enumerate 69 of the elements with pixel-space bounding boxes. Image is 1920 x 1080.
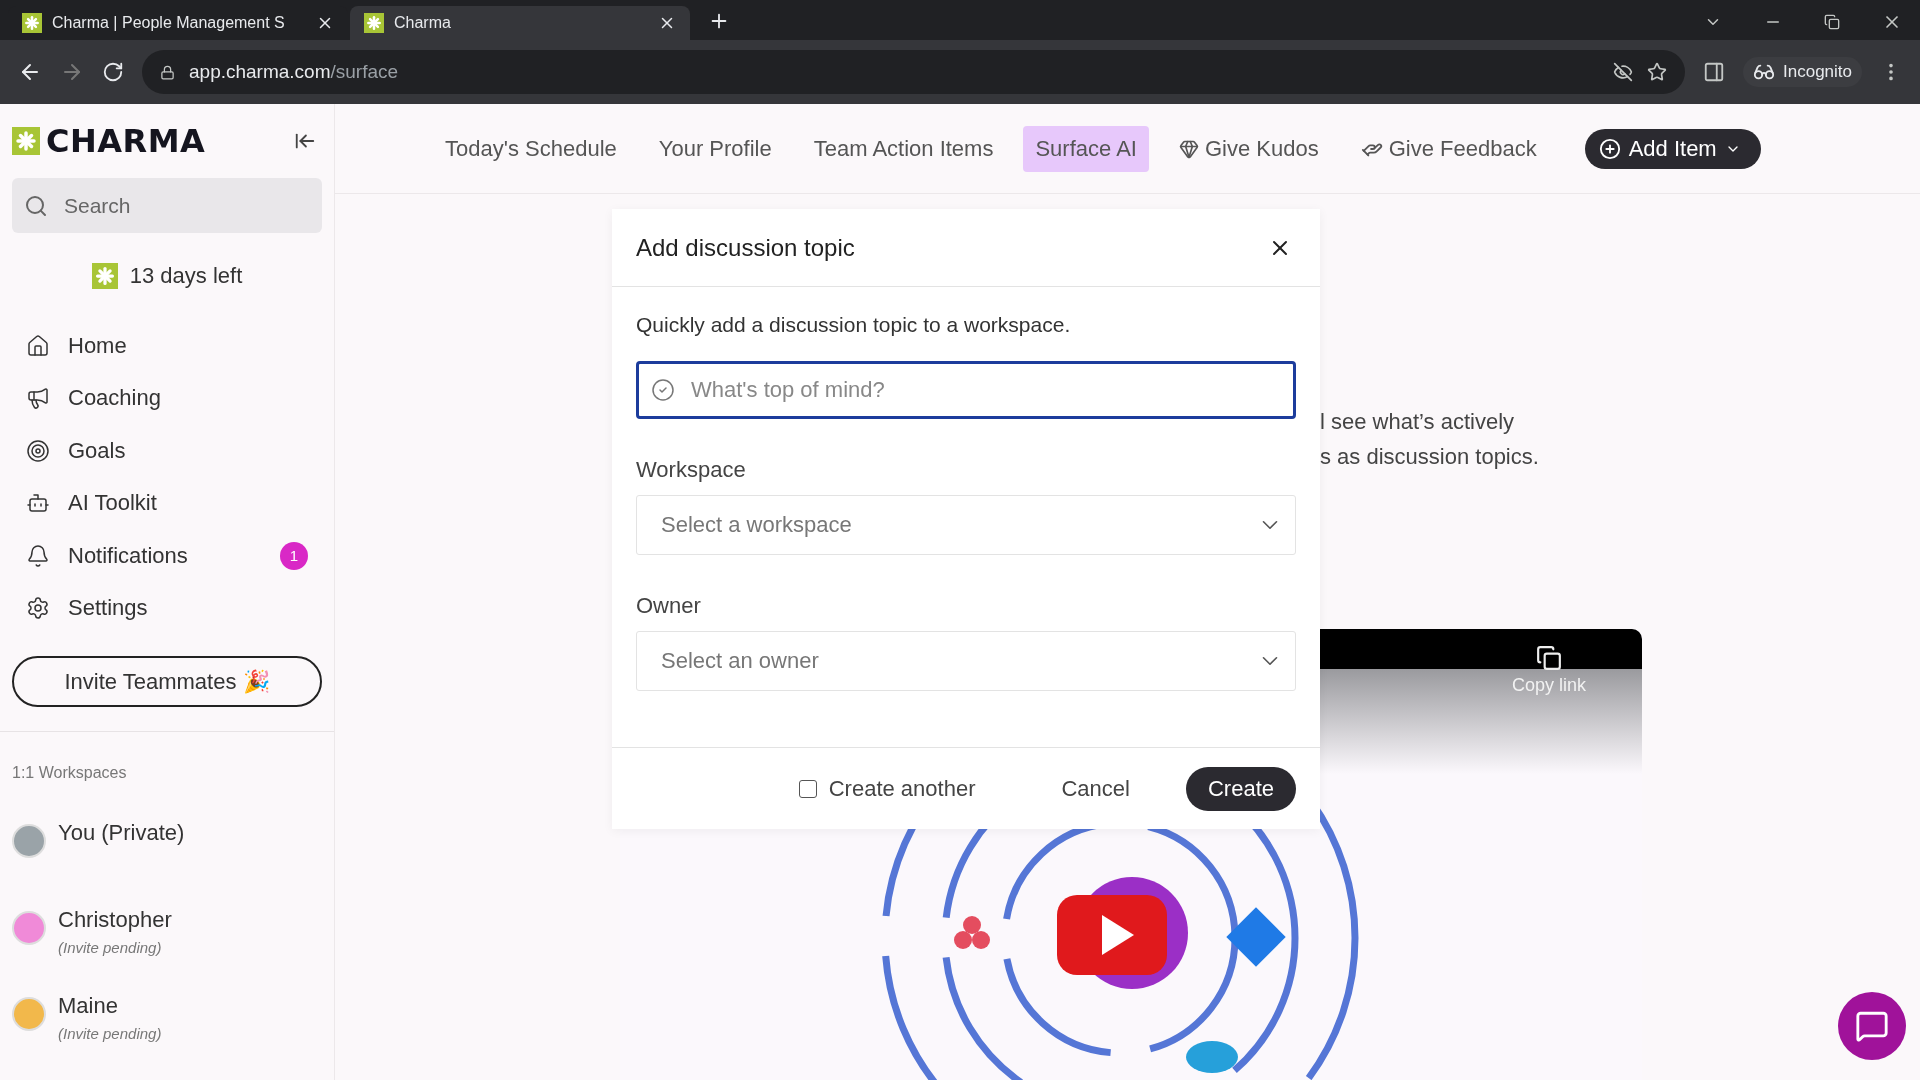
favicon-icon (22, 13, 42, 33)
workspace-item[interactable]: Christopher (Invite pending) (12, 906, 322, 994)
select-field[interactable]: Select an owner (636, 631, 1296, 691)
robot-icon (26, 491, 50, 515)
sidebar-item[interactable]: Home (12, 319, 322, 372)
workspace-name: You (Private) (58, 820, 185, 847)
cancel-button[interactable]: Cancel (1055, 774, 1136, 803)
sidebar-label: Goals (68, 437, 126, 464)
home-icon (26, 333, 50, 358)
logo-icon (12, 127, 40, 155)
select-field[interactable]: Select a workspace (636, 495, 1296, 555)
address-bar[interactable]: app.charma.com/surface (142, 50, 1685, 94)
workspace-item[interactable]: You (Private) (12, 820, 322, 907)
sidebar-item[interactable]: Goals (12, 424, 322, 477)
create-another-checkbox[interactable]: Create another (798, 775, 976, 802)
trial-icon (91, 263, 118, 290)
field-label: Workspace (636, 457, 747, 483)
invite-button[interactable]: Invite Teammates 🎉 (12, 656, 322, 708)
dialog-description: Quickly add a discussion topic to a workspace. (636, 313, 1072, 337)
nav-link[interactable]: Team Action Items (801, 125, 1006, 172)
nav-link[interactable]: Your Profile (646, 125, 784, 172)
star-icon[interactable] (1647, 62, 1667, 82)
restore-icon[interactable] (1824, 14, 1840, 30)
add-item-button[interactable]: Add Item (1584, 128, 1761, 169)
check-circle-icon (651, 378, 675, 402)
topic-field[interactable]: What's top of mind? (636, 361, 1296, 419)
intro-text: l see what’s actively s as discussion topics. (1320, 408, 1539, 471)
nav-link[interactable]: Give Feedback (1348, 125, 1549, 172)
notification-badge: 1 (280, 541, 308, 570)
side-panel-icon[interactable] (1703, 61, 1725, 83)
nav-link[interactable]: Today's Schedule (433, 125, 629, 172)
copy-icon[interactable] (1536, 645, 1562, 671)
logo-text: CHARMA (46, 122, 206, 160)
workspace-name: Maine (58, 993, 119, 1020)
invite-note: (Invite pending) (58, 938, 163, 956)
sidebar-label: AI Toolkit (68, 490, 157, 516)
search-icon (24, 193, 48, 218)
create-button[interactable]: Create (1185, 766, 1296, 811)
plus-icon (1598, 137, 1621, 160)
sidebar-item[interactable]: Settings (12, 581, 322, 635)
search-field[interactable]: Search (12, 178, 322, 234)
favicon-icon (364, 13, 384, 33)
invite-note: (Invite pending) (58, 1025, 162, 1043)
sidebar-item[interactable]: Notifications 1 (12, 529, 322, 582)
gem-icon (1178, 138, 1199, 159)
dialog-title: Add discussion topic (636, 233, 855, 262)
nav-link[interactable]: Surface AI (1023, 125, 1149, 172)
settings-icon (26, 596, 50, 620)
profile-button[interactable]: Incognito (1743, 57, 1862, 87)
chat-icon (1855, 1009, 1889, 1043)
nav-link[interactable]: Give Kudos (1166, 125, 1331, 172)
bell-icon (26, 543, 50, 568)
megaphone-icon (26, 386, 50, 410)
sidebar-label: Home (68, 332, 127, 359)
sidebar-label: Notifications (68, 542, 188, 569)
trial-text: 13 days left (129, 263, 243, 290)
workspace-item[interactable]: Maine (Invite pending) (12, 993, 322, 1080)
section-title: 1:1 Workspaces (12, 764, 128, 783)
sidebar-label: Coaching (68, 385, 161, 411)
field-label: Owner (636, 593, 702, 619)
browser-tab[interactable]: Charma (350, 6, 690, 40)
sidebar-item[interactable]: AI Toolkit (12, 476, 322, 530)
eye-off-icon[interactable] (1613, 62, 1633, 82)
reload-icon[interactable] (102, 61, 124, 83)
target-icon (26, 438, 50, 463)
workspace-name: Christopher (58, 906, 172, 933)
sidebar-item[interactable]: Coaching (12, 371, 322, 425)
sidebar-label: Settings (68, 595, 148, 621)
lock-icon (160, 64, 175, 80)
